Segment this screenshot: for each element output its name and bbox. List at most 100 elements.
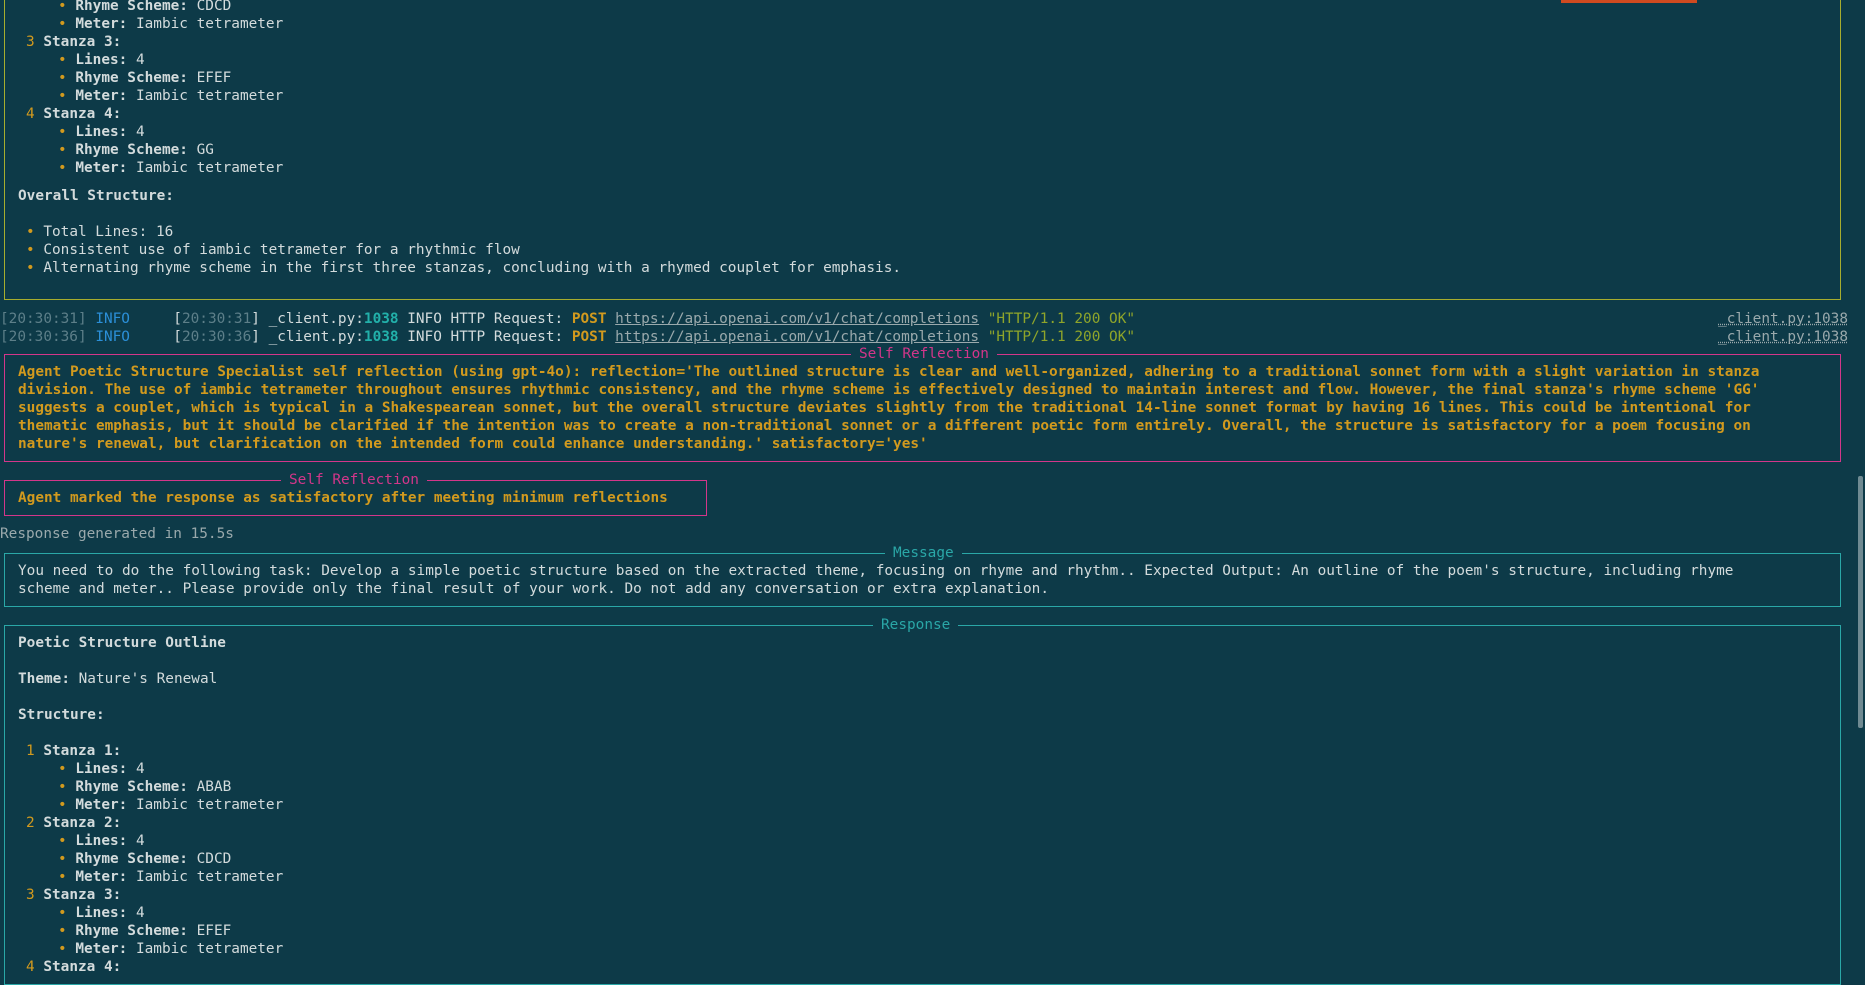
stanza-detail: • Lines: 4 [58, 760, 145, 778]
stanza-title: Stanza 1: [43, 743, 122, 759]
detail-value: EFEF [187, 923, 232, 939]
log-line: [20:30:36] INFO [20:30:36] _client.py:10… [0, 329, 1848, 345]
bullet-icon: • [26, 224, 44, 240]
detail-label: Meter: [75, 88, 128, 104]
log-method: POST [571, 311, 607, 327]
message-box: Message You need to do the following tas… [4, 544, 1841, 607]
bullet-icon: • [58, 160, 76, 176]
stanza-detail: • Rhyme Scheme: EFEF [58, 922, 231, 940]
detail-value: 4 [127, 761, 145, 777]
response-heading: Poetic Structure Outline [18, 635, 226, 651]
stanza-heading: 4 Stanza 4: [26, 105, 121, 123]
bullet-icon: • [58, 941, 76, 957]
stanza-number: 4 [26, 106, 35, 122]
detail-label: Rhyme Scheme: [75, 851, 188, 867]
detail-value: Iambic tetrameter [127, 16, 284, 32]
log-timestamp: 20:30:36 [181, 329, 252, 345]
detail-label: Lines: [75, 833, 128, 849]
stanza-detail: • Rhyme Scheme: CDCD [58, 0, 231, 15]
stanza-title: Stanza 3: [43, 887, 122, 903]
stanza-heading: 2 Stanza 2: [26, 814, 121, 832]
bullet-icon: • [58, 761, 76, 777]
bullet-icon: • [58, 851, 76, 867]
scrollbar-thumb[interactable] [1858, 476, 1863, 728]
detail-label: Meter: [75, 797, 128, 813]
detail-value: 4 [127, 905, 145, 921]
self-reflection-title: Self Reflection [851, 345, 997, 363]
log-time: [20:30:31] [0, 311, 87, 327]
stanza-number: 1 [26, 743, 35, 759]
self-reflection-summary-text: Agent marked the response as satisfactor… [18, 490, 668, 506]
detail-value: CDCD [187, 0, 232, 14]
overall-structure-item: • Consistent use of iambic tetrameter fo… [26, 241, 520, 259]
log-url: https://api.openai.com/v1/chat/completio… [615, 329, 980, 345]
detail-label: Meter: [75, 160, 128, 176]
stanza-number: 2 [26, 815, 35, 831]
stanza-detail: • Meter: Iambic tetrameter [58, 159, 283, 177]
log-source: _client.py:1038 [1718, 311, 1848, 327]
message-line: You need to do the following task: Devel… [18, 563, 1734, 579]
detail-label: Lines: [75, 905, 128, 921]
log-line-number: 1038 [363, 311, 399, 327]
detail-label: Lines: [75, 124, 128, 140]
detail-value: EFEF [187, 70, 232, 86]
detail-value: Iambic tetrameter [127, 160, 284, 176]
detail-label: Meter: [75, 869, 128, 885]
self-reflection-line: division. The use of iambic tetrameter t… [18, 382, 1760, 398]
bullet-icon: • [58, 0, 76, 14]
log-file: _client.py: [259, 329, 364, 345]
stanza-detail: • Meter: Iambic tetrameter [58, 15, 283, 33]
self-reflection-summary-box: Self Reflection Agent marked the respons… [4, 471, 707, 516]
stanza-detail: • Meter: Iambic tetrameter [58, 87, 283, 105]
detail-value: 4 [127, 833, 145, 849]
detail-value: Iambic tetrameter [127, 869, 284, 885]
detail-label: Rhyme Scheme: [75, 0, 188, 14]
response-structure-label: Structure: [18, 707, 105, 723]
message-line: scheme and meter.. Please provide only t… [18, 581, 1050, 597]
log-line: [20:30:31] INFO [20:30:31] _client.py:10… [0, 311, 1848, 327]
bullet-icon: • [58, 52, 76, 68]
detail-value: Iambic tetrameter [127, 797, 284, 813]
stanza-title: Stanza 2: [43, 815, 122, 831]
stanza-heading: 3 Stanza 3: [26, 886, 121, 904]
detail-value: 4 [127, 124, 145, 140]
stanza-detail: • Meter: Iambic tetrameter [58, 796, 283, 814]
stanza-title: Stanza 4: [43, 959, 122, 975]
self-reflection-line: thematic emphasis, but it should be clar… [18, 418, 1751, 434]
detail-label: Lines: [75, 761, 128, 777]
overall-structure-item: • Total Lines: 16 [26, 223, 173, 241]
stanza-heading: 1 Stanza 1: [26, 742, 121, 760]
detail-value: Iambic tetrameter [127, 88, 284, 104]
bullet-icon: • [58, 124, 76, 140]
detail-label: Meter: [75, 941, 128, 957]
stanza-number: 3 [26, 887, 35, 903]
overall-item-text: Total Lines: 16 [43, 224, 174, 240]
self-reflection-summary-title: Self Reflection [281, 471, 427, 489]
log-file: _client.py: [259, 311, 364, 327]
bullet-icon: • [58, 923, 76, 939]
stanza-title: Stanza 3: [43, 34, 122, 50]
stanza-detail: • Meter: Iambic tetrameter [58, 940, 283, 958]
detail-label: Rhyme Scheme: [75, 142, 188, 158]
overall-item-text: Consistent use of iambic tetrameter for … [43, 242, 520, 258]
self-reflection-line: suggests a couplet, which is typical in … [18, 400, 1751, 416]
scrollbar[interactable] [1855, 0, 1865, 965]
response-box: Response Poetic Structure Outline Theme:… [4, 616, 1841, 985]
log-status: "HTTP/1.1 200 OK" [987, 311, 1136, 327]
self-reflection-line: nature's renewal, but clarification on t… [18, 436, 928, 452]
bullet-icon: • [58, 797, 76, 813]
self-reflection-box: Self Reflection Agent Poetic Structure S… [4, 345, 1841, 462]
detail-label: Meter: [75, 16, 128, 32]
log-level: INFO [95, 311, 130, 327]
response-time: Response generated in 15.5s [0, 526, 234, 542]
detail-label: Lines: [75, 52, 128, 68]
bullet-icon: • [58, 833, 76, 849]
bullet-icon: • [58, 869, 76, 885]
stanza-number: 3 [26, 34, 35, 50]
stanza-detail: • Lines: 4 [58, 832, 145, 850]
self-reflection-line: Agent Poetic Structure Specialist self r… [18, 364, 1760, 380]
log-level: INFO [95, 329, 130, 345]
stanza-detail: • Rhyme Scheme: ABAB [58, 778, 231, 796]
stanza-title: Stanza 4: [43, 106, 122, 122]
log-timestamp: 20:30:31 [181, 311, 252, 327]
